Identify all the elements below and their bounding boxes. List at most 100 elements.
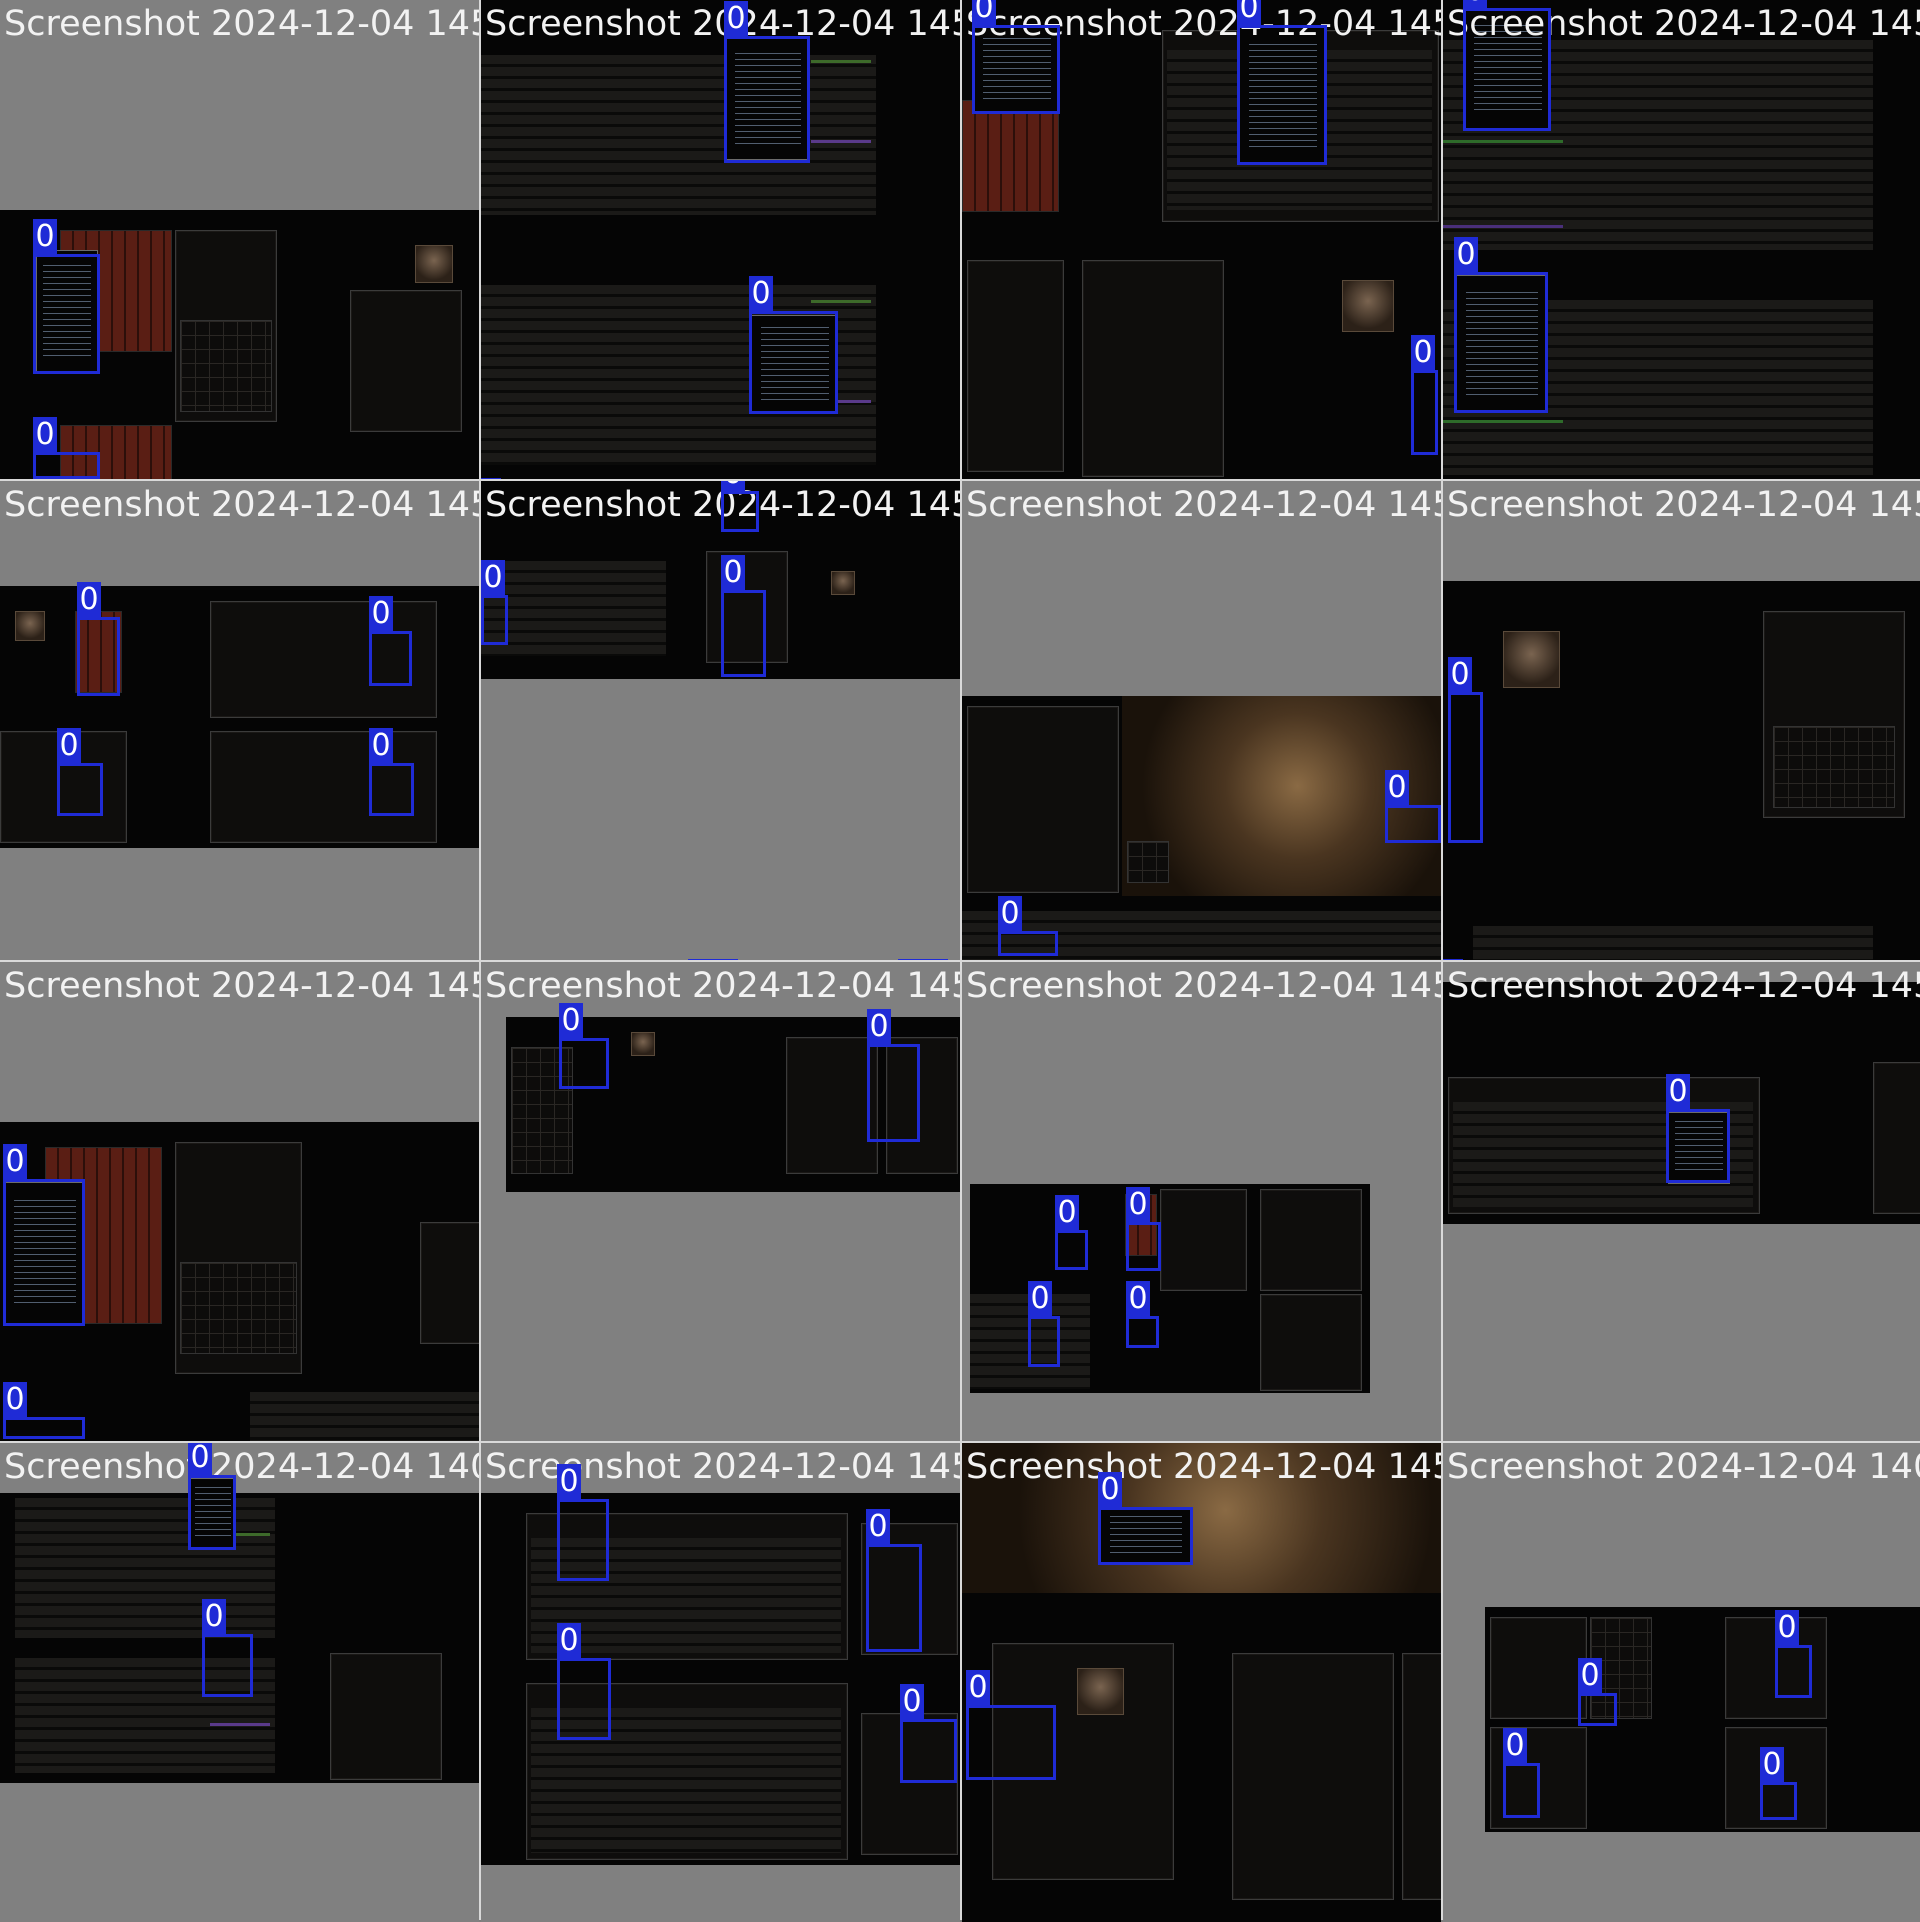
box-label: 0 [1503, 1728, 1527, 1764]
box-label: 0 [1775, 1610, 1799, 1646]
tile-9: Screenshot 2024-12-04 145447.png 0 0 [0, 962, 479, 1441]
box-label: 0 [188, 1443, 212, 1476]
tile-title: Screenshot 2024-12-04 145528.png [485, 4, 960, 44]
item-list [250, 1392, 479, 1441]
tile-6: Screenshot 2024-12-04 145437.png 0 0 0 [481, 481, 960, 960]
equipment-panel [1160, 1189, 1247, 1291]
box-label: 0 [1098, 1472, 1122, 1508]
item-list [481, 55, 876, 215]
detection-box: 0 [1666, 1074, 1730, 1183]
detection-box: 0 [57, 728, 103, 816]
tile-14: Screenshot 2024-12-04 145534.png 0 0 0 0 [481, 1443, 960, 1922]
box-label: 0 [966, 1670, 990, 1706]
box-label: 0 [1760, 1747, 1784, 1783]
quest-list-panel [1082, 260, 1224, 477]
box-label: 0 [557, 1464, 581, 1500]
detection-box: 0 [749, 276, 838, 414]
detection-box: 0 [1098, 1472, 1193, 1565]
tile-8: Screenshot 2024-12-04 145 0 [1443, 481, 1920, 960]
box-label: 0 [721, 481, 745, 492]
equipment-panel [330, 1653, 442, 1780]
tile-7: Screenshot 2024-12-04 145134.png 0 0 [962, 481, 1441, 960]
game-screenshot [962, 696, 1441, 960]
equipment-panel [1260, 1189, 1362, 1291]
inventory-bag [962, 100, 1059, 212]
tile-5: Screenshot 2024-12-04 145433.png 0 0 0 0 [0, 481, 479, 960]
detection-box: 0 [721, 481, 759, 532]
tile-10: Screenshot 2024-12-04 145538.png 0 0 [481, 962, 960, 1441]
box-label: 0 [866, 1509, 890, 1545]
merchant-portrait [1503, 631, 1560, 688]
detection-box: 0 [559, 1003, 609, 1089]
tile-title: Screenshot 2024-12-04 145233.png [966, 966, 1441, 1006]
box-label: 0 [3, 1144, 27, 1180]
detection-box: 0 [721, 555, 766, 677]
rarity-strip [1443, 225, 1563, 228]
detection-box: 0 [3, 1144, 85, 1326]
box-label: 0 [1028, 1281, 1052, 1317]
box-label: 0 [559, 1003, 583, 1039]
detection-mosaic: Screenshot 2024-12-04 145458.png 0 0 Scr… [0, 0, 1920, 1922]
game-screenshot [1443, 581, 1920, 960]
rarity-strip [210, 1723, 270, 1726]
box-label: 0 [1463, 0, 1487, 9]
quest-list-panel [1232, 1653, 1394, 1900]
detection-box: 0 [1454, 237, 1548, 413]
merchant-portrait [1342, 280, 1394, 332]
equipment-panel [1260, 1294, 1362, 1391]
box-label: 0 [972, 0, 996, 26]
tile-separator [0, 1441, 1920, 1443]
rarity-strip [811, 60, 871, 63]
detection-box: 0 [3, 1382, 85, 1439]
tile-4: Screenshot 2024-12-04 145 0 0 [1443, 0, 1920, 479]
equipment-panel [967, 706, 1119, 893]
tile-separator [0, 479, 1920, 481]
tile-15: Screenshot 2024-12-04 145241.png 0 0 [962, 1443, 1441, 1922]
tile-2: Screenshot 2024-12-04 145528.png 0 0 [481, 0, 960, 479]
detection-box: 0 [1775, 1610, 1812, 1698]
rarity-strip [1443, 420, 1563, 423]
merchant-portrait [415, 245, 453, 283]
tile-title: Screenshot 2024-12-04 145458.png [4, 4, 479, 44]
box-label: 0 [202, 1599, 226, 1635]
box-label: 0 [1454, 237, 1478, 273]
box-label: 0 [369, 728, 393, 764]
game-screenshot [481, 0, 960, 479]
detection-box: 0 [1463, 0, 1551, 131]
box-label: 0 [1448, 657, 1472, 693]
detection-box: 0 [33, 219, 100, 374]
tile-title: Screenshot 2024-12-04 140603.png [4, 1447, 479, 1487]
detection-box: 0 [369, 596, 412, 686]
item-list [15, 1498, 275, 1638]
detection-box: 0 [1055, 1195, 1088, 1270]
detection-box: 0 [557, 1623, 611, 1740]
tile-title: Screenshot 2024-12-04 145134.png [966, 485, 1441, 525]
game-screenshot [962, 1443, 1441, 1922]
detection-box: 0 [1237, 0, 1327, 165]
detection-box: 0 [369, 728, 414, 816]
inventory-grid [180, 1262, 297, 1354]
equipment-panel [786, 1037, 878, 1174]
tile-title: Screenshot 2024-12-04 145 [1447, 485, 1920, 525]
box-label: 0 [481, 560, 505, 596]
tile-12: Screenshot 2024-12-04 145 0 [1443, 962, 1920, 1441]
detection-box: 0 [77, 582, 120, 696]
tile-11: Screenshot 2024-12-04 145233.png 0 0 0 0 [962, 962, 1441, 1441]
equipment-panel [1873, 1062, 1920, 1214]
merchant-panel [350, 290, 462, 432]
detection-box: 0 [998, 896, 1058, 956]
tile-1: Screenshot 2024-12-04 145458.png 0 0 [0, 0, 479, 479]
detection-box: 0 [1503, 1728, 1540, 1818]
box-label: 0 [1126, 1187, 1150, 1223]
tile-title: Screenshot 2024-12-04 145 [1447, 966, 1920, 1006]
rarity-strip [811, 140, 871, 143]
equipment-panel [1490, 1617, 1587, 1719]
detection-box: 0 [202, 1599, 253, 1697]
merchant-portrait [831, 571, 855, 595]
box-label: 0 [369, 596, 393, 632]
box-label: 0 [1126, 1281, 1150, 1317]
tile-title: Screenshot 2024-12-04 140 [1447, 1447, 1920, 1487]
detection-box: 0 [33, 417, 100, 479]
tile-3: Screenshot 2024-12-04 145208.png 0 0 0 [962, 0, 1441, 479]
box-label: 0 [33, 417, 57, 453]
